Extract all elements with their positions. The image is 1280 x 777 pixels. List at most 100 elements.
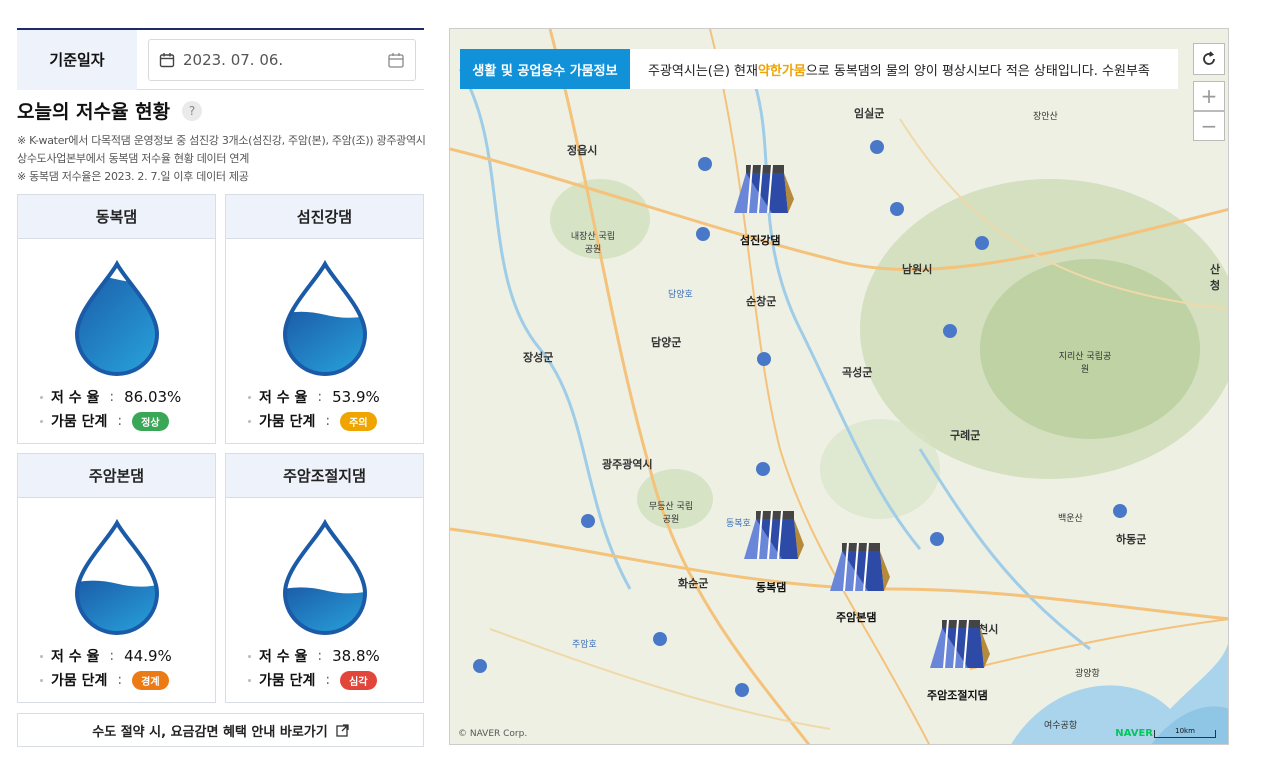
dam-marker-icon[interactable] bbox=[726, 159, 796, 227]
stage-row: 가뭄 단계: 정상 bbox=[40, 411, 169, 431]
colon: : bbox=[117, 672, 123, 688]
dam-name: 동복댐 bbox=[18, 195, 215, 239]
rate-label: 저 수 율 bbox=[259, 649, 308, 665]
place-label: 무등산 국립공원 bbox=[648, 502, 694, 525]
place-label: 장안산 bbox=[1033, 112, 1058, 122]
place-label: 담양호 bbox=[668, 290, 693, 300]
rate-row: 저 수 율:38.8% bbox=[248, 646, 380, 666]
dam-name: 주암본댐 bbox=[18, 454, 215, 498]
place-label: 구례군 bbox=[950, 429, 981, 442]
colon: : bbox=[317, 389, 323, 405]
water-drop-icon bbox=[74, 518, 160, 635]
calendar-icon bbox=[159, 53, 175, 68]
water-level-fill bbox=[77, 276, 157, 374]
note-line-2: ※ 동복댐 저수율은 2023. 2. 7.일 이후 데이터 제공 bbox=[17, 170, 249, 183]
colon: : bbox=[117, 413, 123, 429]
rate-label: 저 수 율 bbox=[259, 390, 308, 406]
section-title: 오늘의 저수율 현황 ? bbox=[17, 97, 203, 124]
map-copyright: © NAVER Corp. bbox=[458, 729, 528, 739]
dam-card-juam-main: 주암본댐 저 수 율:44.9% 가뭄 단계: 경계 bbox=[17, 453, 216, 703]
help-icon[interactable]: ? bbox=[182, 100, 203, 121]
map-scale: 10km bbox=[1154, 728, 1216, 738]
date-input[interactable]: 2023. 07. 06. bbox=[148, 39, 416, 81]
rate-value: 44.9% bbox=[124, 647, 172, 665]
status-badge: 경계 bbox=[132, 670, 169, 690]
zoom-out-button[interactable]: − bbox=[1193, 111, 1225, 141]
drought-map[interactable]: 임실군 정읍시 남원시 순창군 담양군 장성군 곡성군 구례군 광주광역시 화순… bbox=[449, 28, 1229, 745]
dam-card-juam-regulating: 주암조절지댐 저 수 율:38.8% 가뭄 단계: 심각 bbox=[225, 453, 424, 703]
water-drop-icon bbox=[282, 518, 368, 635]
water-level-fill bbox=[285, 311, 365, 374]
stage-label: 가뭄 단계 bbox=[51, 673, 108, 689]
dam-label: 주암본댐 bbox=[836, 611, 877, 624]
colon: : bbox=[109, 389, 115, 405]
place-label: 담양군 bbox=[651, 336, 682, 349]
naver-logo: NAVER bbox=[1115, 728, 1153, 739]
place-label: 내장산 국립공원 bbox=[570, 232, 616, 255]
status-badge: 정상 bbox=[132, 411, 169, 431]
stage-label: 가뭄 단계 bbox=[51, 414, 108, 430]
water-drop-icon bbox=[282, 259, 368, 376]
status-badge: 주의 bbox=[340, 411, 377, 431]
map-background bbox=[450, 29, 1228, 744]
dam-label: 동복댐 bbox=[756, 581, 787, 594]
place-label: 지리산 국립공원 bbox=[1058, 352, 1112, 375]
colon: : bbox=[325, 672, 331, 688]
place-label: 남원시 bbox=[902, 263, 933, 276]
drought-level-highlight: 약한가뭄 bbox=[757, 63, 806, 79]
colon: : bbox=[109, 648, 115, 664]
date-value: 2023. 07. 06. bbox=[183, 51, 284, 69]
rate-row: 저 수 율:53.9% bbox=[248, 387, 380, 407]
water-level-fill bbox=[77, 580, 157, 633]
place-label: 하동군 bbox=[1116, 533, 1147, 546]
place-label: 여수공항 bbox=[1044, 721, 1078, 731]
dam-card-dongbok: 동복댐 저 수 율:86.03% 가뭄 단계: 정상 bbox=[17, 194, 216, 444]
section-title-text: 오늘의 저수율 현황 bbox=[17, 101, 171, 123]
calendar-picker-icon[interactable] bbox=[387, 51, 405, 69]
place-label: 산청 bbox=[1210, 263, 1221, 292]
reservoir-panel: 기준일자 2023. 07. 06. 오늘의 저수율 현황 ? ※ K-wate… bbox=[17, 28, 426, 747]
dam-name: 주암조절지댐 bbox=[226, 454, 423, 498]
stage-label: 가뭄 단계 bbox=[259, 414, 316, 430]
refresh-button[interactable] bbox=[1193, 43, 1225, 75]
dam-marker-icon[interactable] bbox=[822, 537, 892, 605]
rate-value: 53.9% bbox=[332, 388, 380, 406]
message-text: 주광역시는(은) 현재 bbox=[648, 63, 758, 79]
external-link-icon bbox=[336, 723, 349, 737]
stage-row: 가뭄 단계: 주의 bbox=[248, 411, 377, 431]
rate-label: 저 수 율 bbox=[51, 390, 100, 406]
rate-label: 저 수 율 bbox=[51, 649, 100, 665]
status-badge: 심각 bbox=[340, 670, 377, 690]
place-label: 정읍시 bbox=[567, 144, 598, 157]
place-label: 임실군 bbox=[854, 107, 885, 120]
dam-marker-icon[interactable] bbox=[736, 505, 806, 573]
place-label: 백운산 bbox=[1058, 514, 1083, 524]
map-info-tab[interactable]: 생활 및 공업용수 가뭄정보 bbox=[460, 49, 630, 89]
dam-name: 섬진강댐 bbox=[226, 195, 423, 239]
note-line-1: ※ K-water에서 다목적댐 운영정보 중 섬진강 3개소(섬진강, 주암(… bbox=[17, 134, 426, 165]
refresh-icon bbox=[1203, 51, 1215, 65]
place-label: 곡성군 bbox=[842, 366, 873, 379]
dam-label: 섬진강댐 bbox=[740, 234, 781, 247]
stage-row: 가뭄 단계: 경계 bbox=[40, 670, 169, 690]
place-label: 광주광역시 bbox=[602, 458, 653, 471]
zoom-in-button[interactable]: + bbox=[1193, 81, 1225, 111]
message-text-rest: 으로 동복댐의 물의 양이 평상시보다 적은 상태입니다. 수원부족 bbox=[805, 63, 1150, 79]
date-filter-row: 기준일자 2023. 07. 06. bbox=[17, 28, 424, 90]
water-saving-discount-link[interactable]: 수도 절약 시, 요금감면 혜택 안내 바로가기 bbox=[17, 713, 424, 747]
rate-value: 38.8% bbox=[332, 647, 380, 665]
colon: : bbox=[325, 413, 331, 429]
place-label: 순창군 bbox=[746, 295, 777, 308]
stage-label: 가뭄 단계 bbox=[259, 673, 316, 689]
link-label: 수도 절약 시, 요금감면 혜택 안내 바로가기 bbox=[92, 724, 328, 740]
water-drop-icon bbox=[74, 259, 160, 376]
dam-marker-icon[interactable] bbox=[922, 614, 992, 682]
place-label: 화순군 bbox=[678, 577, 709, 590]
dam-card-seomjingang: 섬진강댐 저 수 율:53.9% 가뭄 단계: 주의 bbox=[225, 194, 424, 444]
stage-row: 가뭄 단계: 심각 bbox=[248, 670, 377, 690]
place-label: 광양항 bbox=[1075, 669, 1100, 679]
place-label: 주암호 bbox=[572, 640, 597, 650]
drought-message: 주광역시는(은) 현재 약한가뭄 으로 동복댐의 물의 양이 평상시보다 적은 … bbox=[630, 49, 1178, 89]
dam-label: 주암조절지댐 bbox=[927, 689, 988, 702]
data-source-note: ※ K-water에서 다목적댐 운영정보 중 섬진강 3개소(섬진강, 주암(… bbox=[17, 132, 427, 186]
